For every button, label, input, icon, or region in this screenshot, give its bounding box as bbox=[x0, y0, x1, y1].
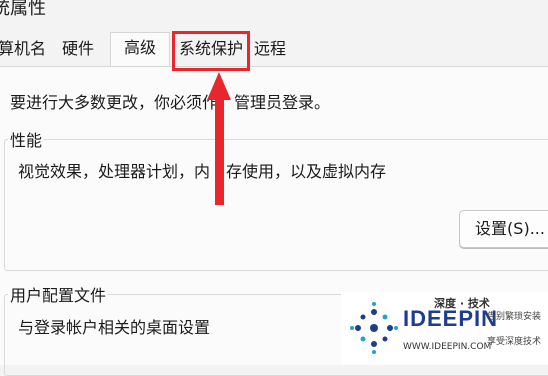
watermark-url: WWW.IDEEPIN.COM bbox=[403, 342, 492, 352]
watermark-slogan-1: 告别繁琐安装 bbox=[487, 312, 542, 322]
watermark-logo: 深度 · 技术 IDEEPIN WWW.IDEEPIN.COM 告别繁琐安装 享… bbox=[341, 292, 548, 364]
ideepin-logo-icon bbox=[350, 302, 398, 354]
watermark-brand: IDEEPIN bbox=[403, 306, 499, 331]
watermark-slogan-2: 享受深度技术 bbox=[487, 337, 542, 347]
